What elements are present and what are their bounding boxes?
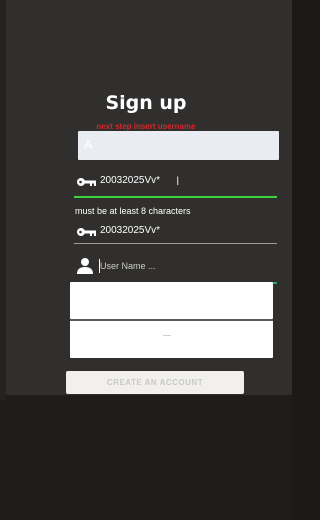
password-value: 20032025Vv* [100, 175, 161, 186]
user-icon [77, 258, 93, 274]
password-field[interactable]: 20032025Vv* I [74, 170, 277, 198]
input-mark [163, 335, 171, 336]
confirm-password-value: 20032025Vv* [100, 225, 161, 236]
email-input[interactable]: A [78, 131, 279, 160]
create-account-button[interactable]: CREATE AN ACCOUNT [66, 371, 244, 394]
autofill-icon: A [84, 137, 93, 152]
password-error: must be at least 8 characters [75, 206, 191, 216]
username-placeholder: User Name ... [100, 261, 156, 271]
confirm-password-field[interactable]: 20032025Vv* [74, 220, 277, 244]
extra-input-2[interactable] [70, 319, 273, 358]
key-icon [77, 178, 96, 186]
step-hint: next step insert username [96, 122, 196, 131]
window-edge [0, 0, 6, 400]
confirm-password-underline [74, 243, 277, 244]
page-title: Sign up [105, 92, 187, 114]
text-cursor: I [176, 174, 180, 188]
extra-input-1[interactable] [70, 282, 273, 319]
background-area [0, 395, 292, 520]
password-underline [74, 196, 277, 198]
username-field[interactable]: User Name ... [74, 254, 277, 284]
key-icon [77, 228, 96, 236]
